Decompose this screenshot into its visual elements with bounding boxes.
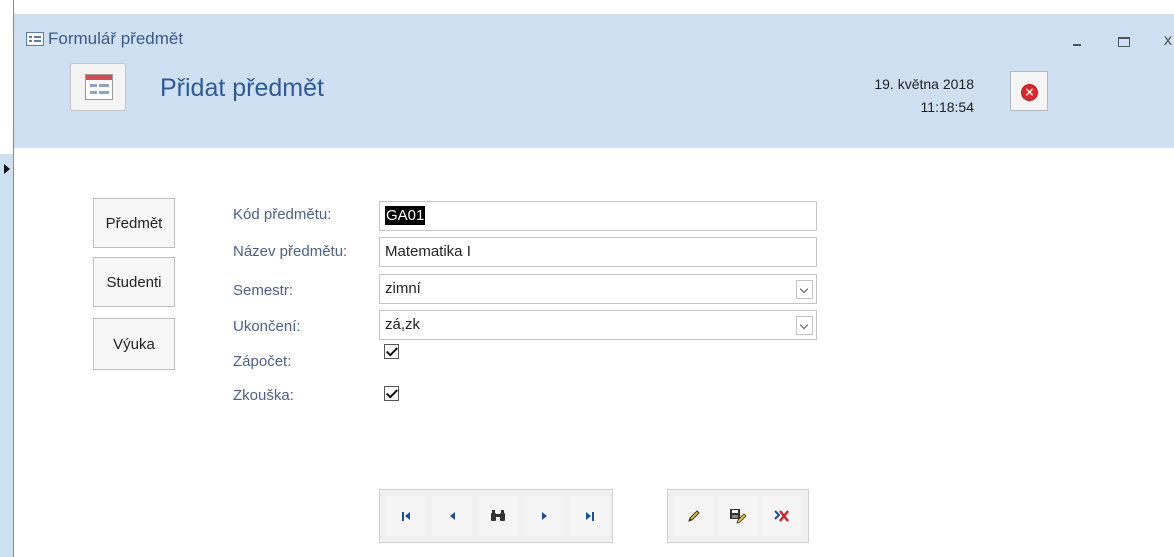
chevron-down-icon[interactable] bbox=[796, 280, 813, 299]
header-date: 19. května 2018 bbox=[874, 76, 974, 92]
last-record-button[interactable] bbox=[570, 496, 610, 536]
minimize-button[interactable] bbox=[1066, 28, 1090, 52]
code-value: GA01 bbox=[385, 206, 426, 225]
nav-button-studenti[interactable]: Studenti bbox=[93, 257, 175, 307]
form-header-icon bbox=[70, 63, 126, 111]
record-actions bbox=[667, 489, 809, 543]
binoculars-icon bbox=[491, 510, 505, 521]
current-record-icon bbox=[4, 164, 10, 174]
first-record-button[interactable] bbox=[386, 496, 426, 536]
page-title: Přidat předmět bbox=[160, 74, 324, 102]
completion-label: Ukončení: bbox=[233, 318, 301, 335]
close-circle-icon: × bbox=[1021, 84, 1038, 101]
nav-button-predmet[interactable]: Předmět bbox=[93, 198, 175, 248]
delete-record-icon bbox=[774, 510, 789, 522]
record-selector[interactable] bbox=[0, 154, 14, 557]
window-title: Formulář předmět bbox=[48, 29, 184, 48]
semester-select[interactable]: zimní bbox=[379, 274, 817, 304]
window-frame-top bbox=[0, 0, 1174, 14]
edit-record-button[interactable] bbox=[674, 496, 714, 536]
form-header: Přidat předmět 19. května 2018 11:18:54 … bbox=[14, 56, 1174, 148]
code-input[interactable]: GA01 bbox=[379, 201, 817, 231]
semester-value: zimní bbox=[385, 280, 421, 297]
semester-label: Semestr: bbox=[233, 282, 294, 299]
header-time: 11:18:54 bbox=[920, 99, 974, 115]
record-navigation bbox=[379, 489, 613, 543]
header-datetime: 19. května 2018 11:18:54 bbox=[874, 73, 974, 119]
exam-checkbox[interactable] bbox=[384, 386, 399, 401]
completion-select[interactable]: zá,zk bbox=[379, 310, 817, 340]
save-icon bbox=[730, 509, 747, 524]
form-icon bbox=[26, 32, 44, 46]
nav-button-vyuka[interactable]: Výuka bbox=[93, 318, 175, 370]
next-record-button[interactable] bbox=[524, 496, 564, 536]
next-record-icon bbox=[541, 512, 547, 520]
name-value: Matematika I bbox=[385, 243, 471, 260]
credit-label: Zápočet: bbox=[233, 353, 292, 370]
credit-checkbox[interactable] bbox=[384, 344, 399, 359]
chevron-down-icon[interactable] bbox=[796, 316, 813, 335]
pencil-icon bbox=[688, 510, 700, 522]
completion-value: zá,zk bbox=[385, 316, 421, 333]
first-record-icon bbox=[402, 511, 410, 521]
find-record-button[interactable] bbox=[478, 496, 518, 536]
window-close-button[interactable]: x bbox=[1156, 28, 1174, 52]
exam-label: Zkouška: bbox=[233, 387, 294, 404]
window-titlebar[interactable]: Formulář předmět x bbox=[14, 14, 1174, 56]
delete-record-button[interactable] bbox=[762, 496, 802, 536]
name-input[interactable]: Matematika I bbox=[379, 237, 817, 267]
previous-record-button[interactable] bbox=[432, 496, 472, 536]
code-label: Kód předmětu: bbox=[233, 206, 332, 223]
save-record-button[interactable] bbox=[718, 496, 758, 536]
name-label: Název předmětu: bbox=[233, 243, 348, 260]
close-form-button[interactable]: × bbox=[1010, 71, 1048, 111]
maximize-button[interactable] bbox=[1112, 28, 1136, 52]
previous-record-icon bbox=[449, 512, 455, 520]
last-record-icon bbox=[586, 511, 594, 521]
